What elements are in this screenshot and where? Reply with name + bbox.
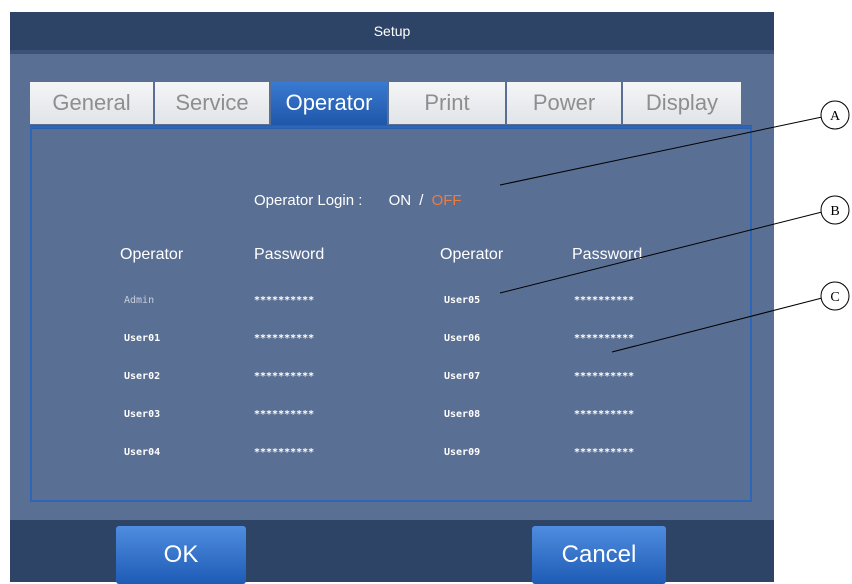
callout-annotations: A B C [499,100,850,353]
callout-a-label: A [830,109,841,124]
callout-line-c [611,297,823,353]
callout-line-b [499,211,823,294]
callout-line-a [499,116,823,186]
callout-b-label: B [830,204,839,219]
callout-c-label: C [830,290,839,305]
